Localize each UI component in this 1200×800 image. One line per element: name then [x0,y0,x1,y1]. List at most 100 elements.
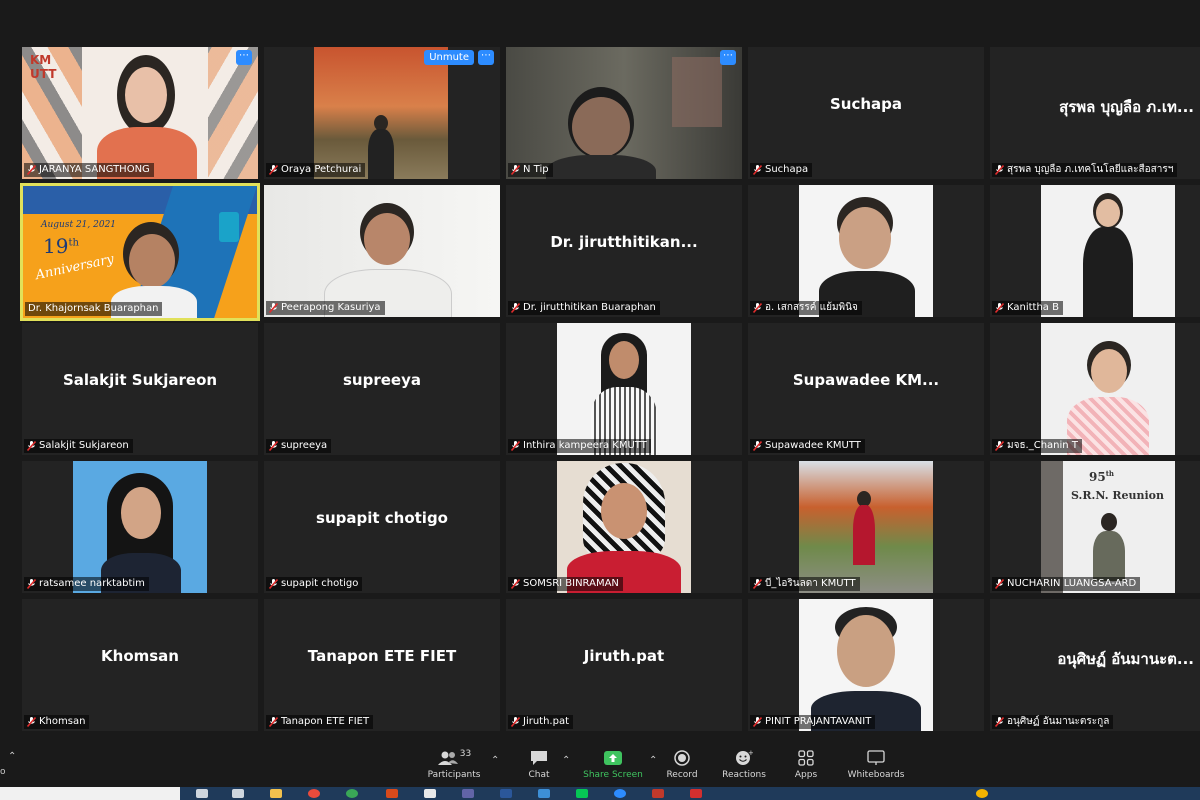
participant-display-name: Jiruth.pat [583,647,665,665]
task-view-icon[interactable] [232,789,244,798]
participant-name: Peerapong Kasuriya [281,302,381,313]
participant-tile[interactable]: Suchapa Suchapa [748,47,984,179]
participant-display-name: Khomsan [101,647,179,665]
app-icon[interactable] [652,789,664,798]
edge-icon[interactable] [346,789,358,798]
file-explorer-icon[interactable] [270,789,282,798]
word-icon[interactable] [500,789,512,798]
participants-chevron-up-icon[interactable]: ⌃ [491,755,499,766]
muted-mic-icon [269,441,278,451]
participant-display-name: Supawadee KM... [792,371,940,389]
more-options-button[interactable]: ⋯ [236,50,252,65]
participant-name: supapit chotigo [281,578,359,589]
participant-display-name: Tanapon ETE FIET [307,647,457,665]
participant-video [557,461,691,593]
participant-tile[interactable]: บี_ไอรินลดา KMUTT [748,461,984,593]
unmute-button[interactable]: Unmute [424,50,474,65]
participant-name-label: สุรพล บุญลือ ภ.เทคโนโลยีและสื่อสารฯ [992,163,1178,177]
zoom-icon[interactable] [614,789,626,798]
whiteboards-label: Whiteboards [847,770,905,780]
muted-mic-icon [753,303,762,313]
weather-icon [976,789,988,798]
muted-mic-icon [511,303,520,313]
participant-tile-active-speaker[interactable]: August 21, 2021 19th Anniversary Dr. Kha… [20,183,260,321]
participant-name-label: Dr. jirutthitikan Buaraphan [508,301,660,315]
more-options-button[interactable]: ⋯ [720,50,736,65]
reactions-icon: + [736,750,753,765]
powerpoint-icon[interactable] [386,789,398,798]
participant-tile[interactable]: ⋯ N Tip [506,47,742,179]
participant-tile[interactable]: Khomsan Khomsan [22,599,258,731]
reunion-banner-title: S.R.N. Reunion [1071,489,1165,502]
apps-button[interactable]: Apps [790,749,822,780]
participant-tile[interactable]: Kanittha B [990,185,1200,317]
participant-name: Jiruth.pat [523,716,570,727]
participant-tile[interactable]: Peerapong Kasuriya [264,185,500,317]
participant-tile[interactable]: Unmute ⋯ Oraya Petchurai [264,47,500,179]
chat-chevron-up-icon[interactable]: ⌃ [562,755,570,766]
participant-tile[interactable]: SOMSRI BINRAMAN [506,461,742,593]
participant-name-label: N Tip [508,163,553,177]
chevron-up-icon[interactable]: ⌃ [8,751,16,762]
participant-name-label: supreeya [266,439,332,453]
whiteboards-button[interactable]: Whiteboards [846,749,906,780]
chat-button[interactable]: Chat [522,749,556,780]
participant-video [799,599,933,731]
share-screen-button[interactable]: Share Screen [582,749,644,780]
reunion-banner-number: 95th [1089,469,1115,484]
search-icon[interactable] [196,789,208,798]
participant-tile[interactable]: Inthira kampeera KMUTT [506,323,742,455]
participant-video [314,47,448,179]
participant-tile[interactable]: Jiruth.pat Jiruth.pat [506,599,742,731]
participant-tile[interactable]: supreeya supreeya [264,323,500,455]
reactions-button[interactable]: + Reactions [720,749,768,780]
participant-tile[interactable]: อนุศิษฏ์ อันมานะต... อนุศิษฏ์ อันมานะตระ… [990,599,1200,731]
muted-mic-icon [995,717,1004,727]
participant-tile[interactable]: Dr. jirutthitikan... Dr. jirutthitikan B… [506,185,742,317]
participants-button[interactable]: 33 Participants [426,749,482,780]
participant-tile[interactable]: Salakjit Sukjareon Salakjit Sukjareon [22,323,258,455]
more-options-button[interactable]: ⋯ [478,50,494,65]
acrobat-icon[interactable] [690,789,702,798]
participant-name-label: ratsamee narktabtim [24,577,149,591]
participant-display-name: อนุศิษฏ์ อันมานะต... [1057,650,1194,668]
participant-tile[interactable]: Supawadee KM... Supawadee KMUTT [748,323,984,455]
participant-name: PINIT PRAJANTAVANIT [765,716,872,727]
participant-tile[interactable]: สุรพล บุญลือ ภ.เท... สุรพล บุญลือ ภ.เทคโ… [990,47,1200,179]
participant-video [506,47,742,179]
participant-name: JARANYA SANGTHONG [39,164,150,175]
participant-video: August 21, 2021 19th Anniversary [23,186,257,318]
participant-name: Supawadee KMUTT [765,440,861,451]
participant-video: KM UTT [22,47,258,179]
muted-mic-icon [511,579,520,589]
participant-tile[interactable]: supapit chotigo supapit chotigo [264,461,500,593]
participant-tile[interactable]: 95th S.R.N. Reunion NUCHARIN LUANGSA-ARD [990,461,1200,593]
record-button[interactable]: Record [664,749,700,780]
participant-name-label: มจธ._Chanin T [992,439,1082,453]
record-icon [674,750,690,766]
participant-name: บี_ไอรินลดา KMUTT [765,578,856,589]
participant-tile[interactable]: อ. เสกสรรค์ แย้มพินิจ [748,185,984,317]
meeting-toolbar: o ⌃ 33 Participants ⌃ Chat ⌃ Share Scree… [0,745,1200,787]
share-screen-label: Share Screen [583,770,643,780]
participant-name-label: อนุศิษฏ์ อันมานะตระกูล [992,715,1114,729]
app-icon[interactable] [424,789,436,798]
participant-tile[interactable]: Tanapon ETE FIET Tanapon ETE FIET [264,599,500,731]
participants-label: Participants [427,770,481,780]
participant-video [1041,185,1175,317]
share-chevron-up-icon[interactable]: ⌃ [649,755,657,766]
participant-name: Khomsan [39,716,86,727]
muted-mic-icon [269,579,278,589]
chrome-icon[interactable] [308,789,320,798]
taskbar-search-box[interactable] [0,787,180,800]
participant-name-label: Suchapa [750,163,813,177]
line-icon[interactable] [576,789,588,798]
app-icon[interactable] [538,789,550,798]
participant-video [799,185,933,317]
participant-tile[interactable]: PINIT PRAJANTAVANIT [748,599,984,731]
participant-tile[interactable]: KM UTT ⋯ JARANYA SANGTHONG [22,47,258,179]
teams-icon[interactable] [462,789,474,798]
participant-tile[interactable]: มจธ._Chanin T [990,323,1200,455]
muted-mic-icon [995,441,1004,451]
participant-tile[interactable]: ratsamee narktabtim [22,461,258,593]
